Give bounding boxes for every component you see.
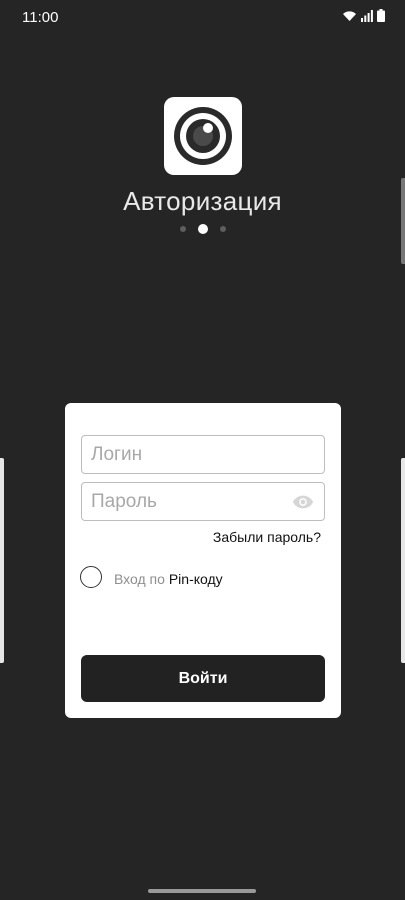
home-indicator[interactable]	[148, 889, 256, 893]
page-indicator	[0, 224, 405, 234]
status-time: 11:00	[22, 9, 59, 26]
eye-logo-icon	[174, 107, 232, 165]
status-bar: 11:00	[0, 0, 405, 34]
login-card: Забыли пароль? Вход по Pin-коду Войти	[65, 403, 341, 718]
eye-icon[interactable]	[292, 491, 314, 513]
right-edge-handle[interactable]	[401, 458, 405, 663]
pin-label-prefix: Вход по	[114, 571, 165, 587]
left-edge-handle[interactable]	[0, 458, 4, 663]
login-field[interactable]	[81, 435, 325, 474]
battery-icon	[377, 9, 385, 22]
password-input[interactable]	[82, 483, 291, 520]
forgot-password-link[interactable]: Забыли пароль?	[213, 529, 321, 545]
pager-dot	[219, 226, 226, 232]
pin-login-label[interactable]: Вход по Pin-коду	[114, 571, 223, 587]
page-title: Авторизация	[123, 186, 282, 216]
login-button[interactable]: Войти	[81, 655, 325, 702]
wifi-icon	[343, 10, 356, 21]
app-logo	[164, 97, 242, 175]
pager-dot	[179, 226, 186, 232]
login-input[interactable]	[82, 436, 291, 473]
signal-icon	[361, 9, 373, 22]
password-field[interactable]	[81, 482, 325, 521]
status-icons	[342, 9, 385, 22]
pager-dot-active	[197, 224, 208, 234]
pin-login-radio[interactable]	[80, 566, 102, 588]
pin-label-highlight: Pin-коду	[168, 571, 223, 587]
